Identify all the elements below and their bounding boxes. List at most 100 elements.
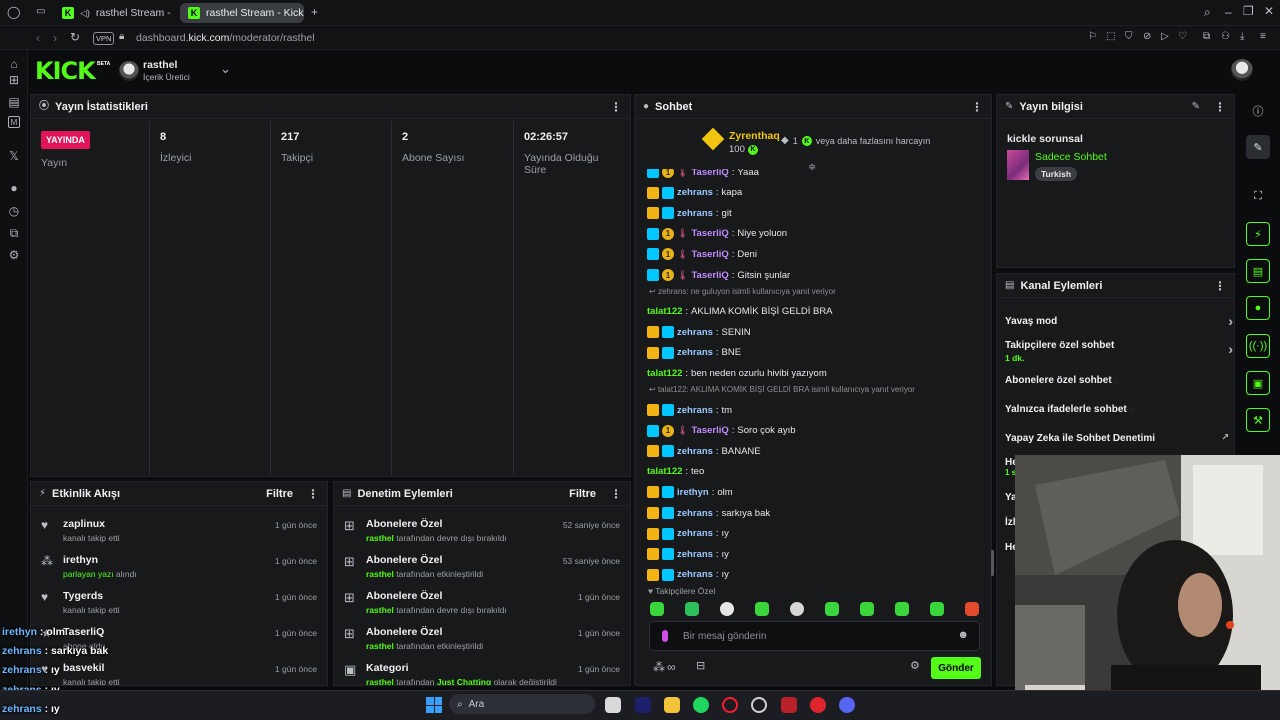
forward-icon[interactable]: › (53, 32, 57, 44)
emote-icon[interactable] (965, 602, 979, 616)
chat-username[interactable]: irethyn (677, 487, 709, 498)
settings-icon[interactable]: ⚙ (6, 247, 22, 263)
emote-icon[interactable] (790, 602, 804, 616)
edit-layout-icon[interactable]: ✎ (1246, 135, 1270, 159)
slow-mode-row[interactable]: Yavaş mod › (1005, 314, 1233, 328)
emote-icon[interactable] (930, 602, 944, 616)
chat-username[interactable]: zehrans (677, 327, 713, 338)
download-icon[interactable]: ⤓ (1240, 32, 1244, 42)
followers-only-row[interactable]: Takipçilere özel sohbet 1 dk. › (1005, 340, 1233, 363)
chat-bubble-icon[interactable]: ● (1246, 296, 1270, 320)
more-options-icon[interactable]: ⋮ (610, 488, 622, 500)
minimize-icon[interactable]: – (1225, 6, 1232, 18)
obs-icon[interactable] (751, 697, 767, 713)
spotify-icon[interactable] (693, 697, 709, 713)
save-icon[interactable]: ▣ (1246, 371, 1270, 395)
chat-username[interactable]: TaserliQ (691, 425, 728, 436)
chat-username[interactable]: TaserliQ (691, 228, 728, 239)
account-icon[interactable]: ⚇ (1221, 32, 1230, 42)
new-tab-icon[interactable]: + (311, 6, 318, 18)
chat-input[interactable]: Bir mesaj gönderin ☻ (649, 621, 980, 651)
x-twitter-icon[interactable]: 𝕏 (6, 148, 22, 164)
fullscreen-icon[interactable]: ⛶ (1246, 184, 1270, 208)
bag-icon[interactable]: ⊞ (6, 72, 22, 88)
kick-logo[interactable]: KICK BETA (35, 57, 110, 85)
emote-icon[interactable] (825, 602, 839, 616)
pin-icon[interactable]: ⚐ (1088, 32, 1097, 42)
clipboard-icon[interactable]: ▤ (1246, 259, 1270, 283)
chat-username[interactable]: TaserliQ (691, 270, 728, 281)
badges-icon[interactable]: ⁂ (653, 661, 665, 673)
extensions-rail-icon[interactable]: ⧉ (6, 225, 22, 241)
opera-icon[interactable] (722, 697, 738, 713)
wrench-icon[interactable]: ⚒ (1246, 408, 1270, 432)
chat-username[interactable]: talat122 (647, 368, 682, 379)
gallery-icon[interactable]: ▤ (6, 94, 22, 110)
tab-dashboard[interactable]: K rasthel Stream - Kick Das (180, 3, 304, 23)
chat-username[interactable]: talat122 (647, 306, 682, 317)
microphone-icon[interactable] (662, 630, 668, 642)
close-window-icon[interactable]: ✕ (1264, 5, 1274, 17)
snapshot-icon[interactable]: ⬚ (1106, 32, 1115, 42)
app-red-icon[interactable] (810, 697, 826, 713)
category-thumbnail[interactable] (1007, 150, 1029, 180)
category-name[interactable]: Sadece Sohbet (1035, 151, 1107, 163)
player-icon[interactable]: ● (6, 180, 22, 196)
opera-logo-icon[interactable]: ◯ (7, 6, 20, 18)
broadcast-icon[interactable]: ((·)) (1246, 334, 1270, 358)
chat-username[interactable]: zehrans (677, 208, 713, 219)
maximize-icon[interactable]: ❐ (1243, 5, 1254, 17)
emote-icon[interactable] (755, 602, 769, 616)
chat-username[interactable]: zehrans (677, 528, 713, 539)
emote-icon[interactable] (720, 602, 734, 616)
workspace-icon[interactable]: ▭ (36, 7, 45, 17)
emote-icon[interactable] (895, 602, 909, 616)
vpn-badge[interactable]: VPN (93, 32, 115, 45)
taskview-icon[interactable] (605, 697, 621, 713)
user-avatar[interactable] (1231, 59, 1253, 81)
emote-icon[interactable] (685, 602, 699, 616)
app-icon[interactable] (781, 697, 797, 713)
emote-icon[interactable] (860, 602, 874, 616)
ai-moderation-row[interactable]: Yapay Zeka ile Sohbet Denetimi ↗ (1005, 433, 1233, 445)
chat-username[interactable]: TaserliQ (691, 169, 728, 178)
emote-only-row[interactable]: Yalnızca ifadelerle sohbet (1005, 404, 1233, 415)
chat-username[interactable]: TaserliQ (691, 249, 728, 260)
play-icon[interactable]: ▷ (1161, 32, 1169, 42)
premiere-icon[interactable] (635, 697, 651, 713)
channel-avatar[interactable] (119, 61, 139, 81)
subscribers-only-row[interactable]: Abonelere özel sohbet (1005, 375, 1233, 386)
chat-username[interactable]: zehrans (677, 347, 713, 358)
chat-username[interactable]: zehrans (677, 446, 713, 457)
send-button[interactable]: Gönder (931, 657, 981, 679)
chat-username[interactable]: talat122 (647, 466, 682, 477)
extensions-icon[interactable]: ⧉ (1203, 32, 1210, 42)
lock-icon[interactable]: 🔒︎ (119, 32, 124, 42)
more-options-icon[interactable]: ⋮ (307, 488, 319, 500)
menu-icon[interactable]: ≡ (1260, 32, 1266, 42)
file-explorer-icon[interactable] (664, 697, 680, 713)
quick-action-bolt-icon[interactable]: ⚡︎ (1246, 222, 1270, 246)
edit-icon[interactable]: ✎ (1192, 101, 1200, 112)
store-icon[interactable]: ⊟ (696, 661, 705, 672)
tab-watch[interactable]: K ◁) rasthel Stream - Watc (54, 3, 172, 23)
more-options-icon[interactable]: ⋮ (610, 101, 622, 113)
more-options-icon[interactable]: ⋮ (1214, 101, 1226, 113)
chat-username[interactable]: zehrans (677, 508, 713, 519)
chat-username[interactable]: zehrans (677, 549, 713, 560)
activity-filter-button[interactable]: Filtre (266, 488, 293, 500)
infinity-icon[interactable]: ∞ (667, 661, 676, 673)
history-icon[interactable]: ◷ (6, 203, 22, 219)
search-tabs-icon[interactable]: ⌕ (1204, 6, 1211, 18)
chat-username[interactable]: zehrans (677, 569, 713, 580)
messenger-icon[interactable]: M (8, 116, 20, 128)
vpn-icon[interactable]: ⊘ (1143, 32, 1151, 42)
heart-icon[interactable]: ♡ (1178, 32, 1187, 42)
windows-start-icon[interactable] (426, 697, 442, 713)
chat-username[interactable]: zehrans (677, 405, 713, 416)
speed-dial-icon[interactable]: ⌂ (6, 56, 22, 72)
back-icon[interactable]: ‹ (36, 32, 40, 44)
reload-icon[interactable]: ↻ (70, 31, 80, 43)
chat-scrollbar[interactable] (991, 550, 994, 576)
channel-switch-chevron-down-icon[interactable]: ⌄ (220, 62, 231, 75)
